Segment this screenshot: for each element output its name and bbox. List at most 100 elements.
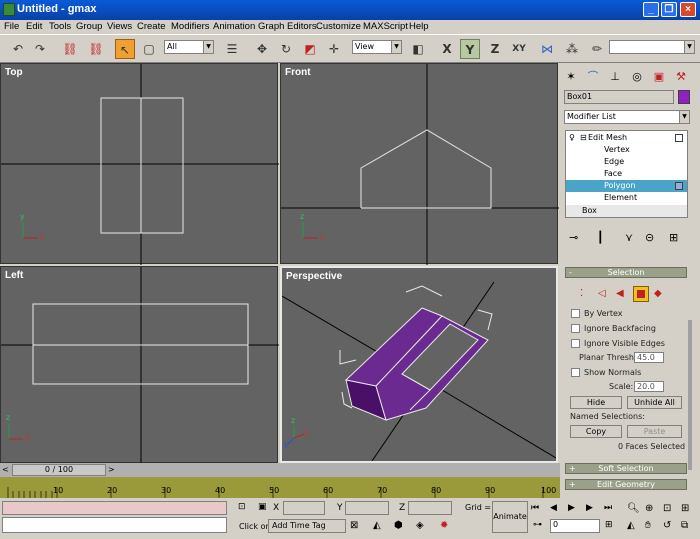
menu-edit[interactable]: Edit (26, 21, 42, 32)
reference-coord-dropdown[interactable]: View ▼ (352, 40, 402, 54)
restrict-x-icon[interactable]: X (437, 39, 457, 59)
lightbulb-icon[interactable]: ♀ (569, 132, 575, 144)
element-level-icon[interactable]: ◆ (654, 288, 662, 299)
soft-selection-rollout-header[interactable]: + Soft Selection (565, 463, 687, 474)
select-object-icon[interactable]: ↖ (115, 39, 135, 59)
snap-toggle-icon[interactable]: ⊠ (350, 520, 358, 531)
viewport-label-top[interactable]: Top (5, 67, 23, 78)
chevron-left-icon[interactable]: < (2, 464, 10, 476)
stack-item-box[interactable]: Box (566, 205, 687, 217)
current-frame-field[interactable]: 0 (550, 519, 600, 533)
selection-rollout-header[interactable]: - Selection (565, 267, 687, 278)
paste-button[interactable]: Paste (627, 425, 682, 438)
z-coord-field[interactable] (408, 501, 452, 515)
play-icon[interactable]: ▶ (568, 503, 575, 513)
modify-tab-icon[interactable]: ⌒ (584, 68, 602, 86)
remove-modifier-icon[interactable]: ⊝ (645, 231, 654, 244)
polygon-level-icon[interactable] (633, 286, 649, 302)
absolute-mode-icon[interactable]: ▣ (258, 502, 267, 512)
show-end-result-toggle-icon[interactable]: ┃ (597, 231, 604, 244)
time-slider-track[interactable]: < 0 / 100 > (0, 463, 560, 477)
minimize-button[interactable]: _ (643, 2, 659, 17)
viewport-front[interactable]: Front z x (280, 63, 559, 265)
y-coord-field[interactable] (345, 501, 389, 515)
stack-item-edge[interactable]: Edge (566, 156, 687, 168)
stack-item-polygon[interactable]: Polygon (566, 180, 687, 192)
menu-customize[interactable]: Customize (316, 21, 361, 32)
array-icon[interactable]: ⁂ (562, 39, 582, 59)
planar-thresh-spinner[interactable]: 45.0 (634, 352, 664, 363)
close-button[interactable]: × (680, 2, 696, 17)
pivot-center-icon[interactable]: ◧ (408, 39, 428, 59)
menu-graph-editors[interactable]: Graph Editors (258, 21, 317, 32)
zoom-extents-all-icon[interactable]: ⊞ (681, 503, 689, 514)
rectangle-selection-icon[interactable]: ▢ (139, 39, 159, 59)
select-and-link-icon[interactable]: ⛓ (60, 39, 80, 59)
previous-frame-icon[interactable]: ◀ (550, 503, 557, 513)
copy-button[interactable]: Copy (570, 425, 622, 438)
menu-help[interactable]: Help (409, 21, 429, 32)
stack-item-element[interactable]: Element (566, 192, 687, 204)
object-color-swatch[interactable] (678, 90, 690, 104)
time-config-icon[interactable]: ⊞ (605, 520, 613, 530)
go-to-start-icon[interactable]: ⏮ (531, 503, 539, 513)
collapse-icon[interactable]: ⊟ (580, 132, 587, 144)
motion-tab-icon[interactable]: ◎ (628, 68, 646, 86)
menu-maxscript[interactable]: MAXScript (363, 21, 408, 32)
ignore-visible-edges-checkbox[interactable] (571, 339, 580, 348)
normal-scale-spinner[interactable]: 20.0 (634, 381, 664, 392)
show-end-result-icon[interactable] (675, 134, 683, 142)
scale-icon[interactable]: ◩ (300, 39, 320, 59)
stack-item-vertex[interactable]: Vertex (566, 144, 687, 156)
pin-stack-icon[interactable]: ⊸ (569, 231, 578, 244)
rotate-icon[interactable]: ↻ (276, 39, 296, 59)
next-frame-icon[interactable]: ▶ (586, 503, 593, 513)
field-of-view-icon[interactable]: ◭ (627, 520, 635, 531)
ignore-backfacing-checkbox[interactable] (571, 324, 580, 333)
face-level-icon[interactable]: ◀ (616, 288, 624, 299)
maxscript-listener-mini[interactable] (2, 501, 227, 515)
edit-geometry-rollout-header[interactable]: + Edit Geometry (565, 479, 687, 490)
menu-group[interactable]: Group (76, 21, 102, 32)
object-name-field[interactable]: Box01 (564, 90, 674, 104)
redo-icon[interactable]: ↷ (30, 39, 50, 59)
utilities-tab-icon[interactable]: ⚒ (672, 68, 690, 86)
unhide-all-button[interactable]: Unhide All (627, 396, 682, 409)
percent-snap-icon[interactable]: ⬢ (394, 520, 403, 531)
key-mode-icon[interactable]: ⊶ (533, 520, 542, 530)
create-tab-icon[interactable]: ✶ (562, 68, 580, 86)
timeline-ruler[interactable]: 10 20 30 40 50 60 70 80 90 100 (0, 477, 560, 498)
viewport-label-perspective[interactable]: Perspective (286, 271, 342, 282)
edge-level-icon[interactable]: ◁ (598, 288, 606, 299)
undo-icon[interactable]: ↶ (8, 39, 28, 59)
stack-item-face[interactable]: Face (566, 168, 687, 180)
maximize-button[interactable]: ❐ (661, 2, 677, 17)
viewport-top[interactable]: Top y x (0, 63, 279, 265)
make-unique-icon[interactable]: ⋎ (625, 231, 633, 244)
add-time-tag-button[interactable]: Add Time Tag (268, 519, 346, 533)
squash-icon[interactable]: ✛ (324, 39, 344, 59)
stack-item-edit-mesh[interactable]: ♀ ⊟ Edit Mesh (566, 132, 687, 144)
viewport-left[interactable]: Left z y (0, 266, 279, 464)
vertex-level-icon[interactable]: ⁚ (580, 288, 583, 299)
prompt-line[interactable] (2, 517, 227, 533)
modifier-list-dropdown[interactable]: Modifier List ▼ (564, 110, 690, 124)
chevron-right-icon[interactable]: > (108, 464, 116, 476)
menu-views[interactable]: Views (107, 21, 132, 32)
viewport-label-front[interactable]: Front (285, 67, 311, 78)
time-slider-thumb[interactable]: 0 / 100 (12, 464, 106, 476)
selection-filter-dropdown[interactable]: All ▼ (164, 40, 214, 54)
angle-snap-icon[interactable]: ◭ (373, 520, 381, 531)
hierarchy-tab-icon[interactable]: ⊥ (606, 68, 624, 86)
panel-scrollbar[interactable] (688, 320, 692, 470)
snap-settings-icon[interactable]: ✹ (440, 520, 448, 531)
select-by-name-icon[interactable]: ☰ (222, 39, 242, 59)
min-max-toggle-icon[interactable]: ⧉ (681, 520, 688, 531)
hide-button[interactable]: Hide (570, 396, 622, 409)
named-selection-dropdown[interactable]: ▼ (609, 40, 695, 54)
menu-tools[interactable]: Tools (49, 21, 71, 32)
mirror-icon[interactable]: ⋈ (537, 39, 557, 59)
lock-selection-icon[interactable]: ⊡ (238, 502, 246, 512)
by-vertex-checkbox[interactable] (571, 309, 580, 318)
spinner-snap-icon[interactable]: ◈ (416, 520, 424, 531)
